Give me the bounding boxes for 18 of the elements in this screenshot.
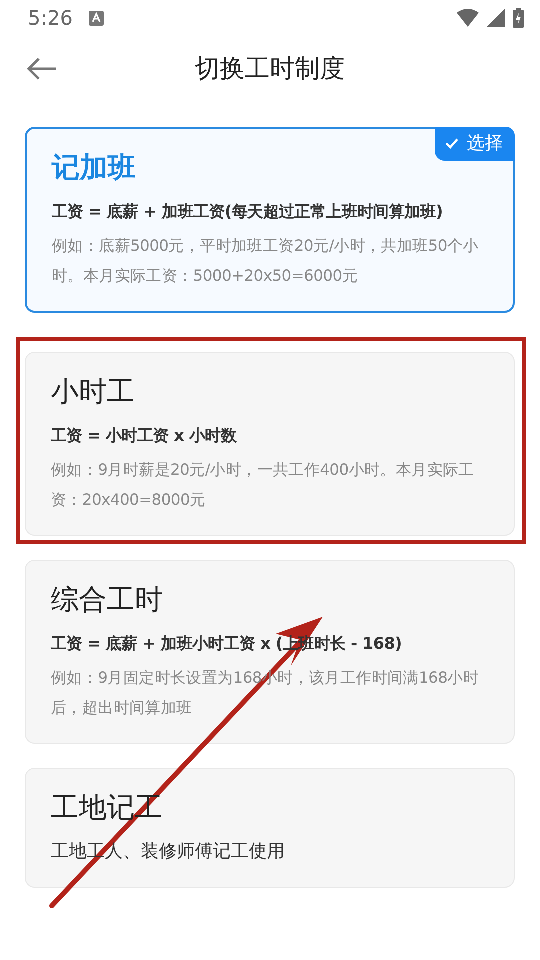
tag-label: 选择 [467,132,503,156]
check-icon [445,138,459,149]
plan-card[interactable]: 小时工 工资 = 小时工资 x 小时数 例如：9月时薪是20元/小时，一共工作400小时。本月实际工资：20x400=8000元 [25,352,515,536]
plan-title: 综合工时 [51,582,164,618]
battery-icon [513,8,524,28]
wifi-icon [457,9,479,27]
plan-title: 记加班 [52,150,137,186]
signal-icon [487,9,505,27]
formula-text: 工资 = 底薪 + 加班工资(每天超过正常上班时间算加班) [52,201,444,223]
example-text: 例如：9月时薪是20元/小时，一共工作400小时。本月实际工资：20x400=8000元 [51,460,476,511]
plan-card[interactable]: 选择 记加班 工资 = 底薪 + 加班工资(每天超过正常上班时间算加班) 例如：底薪5000元，平时加班工资20元/小时，共加班50个小时。本月实际工资：5000+20x50=6000元 [25,127,515,313]
example-text: 例如：底薪5000元，平时加班工资20元/小时，共加班50个小时。本月实际工资：5000+20x50=6000元 [52,236,480,287]
formula-text: 工资 = 小时工资 x 小时数 [51,425,238,447]
back-button[interactable] [26,56,58,81]
status-time: 5:26 [28,5,73,32]
notification-icon [88,10,104,26]
plan-title: 小时工 [51,374,136,410]
page-title: 切换工时制度 [195,53,345,86]
